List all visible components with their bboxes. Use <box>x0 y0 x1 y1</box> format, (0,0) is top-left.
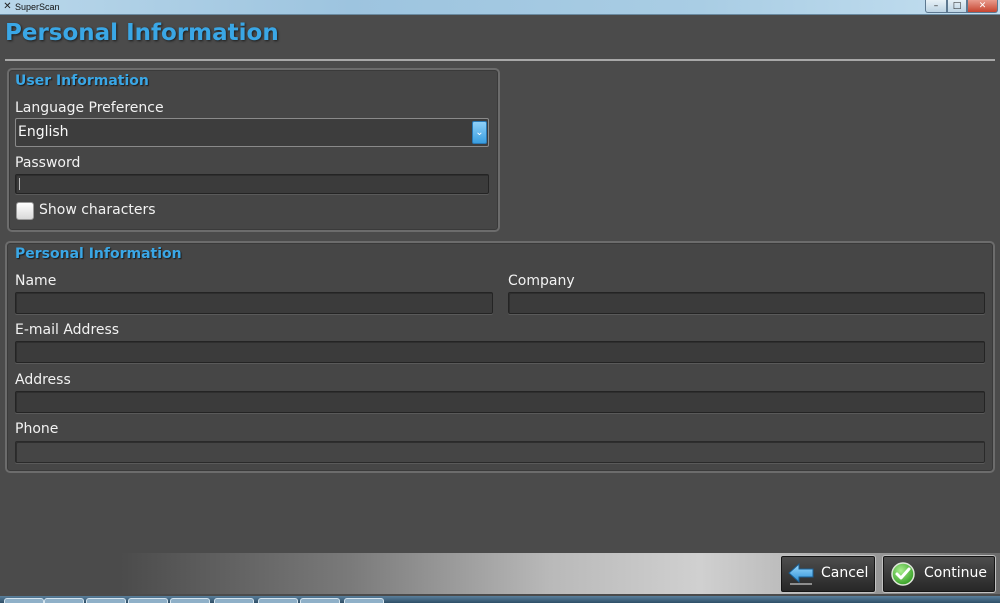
taskbar-item[interactable] <box>258 598 298 603</box>
address-label: Address <box>15 372 71 388</box>
text-caret <box>19 178 20 190</box>
cancel-label: Cancel <box>821 565 869 581</box>
maximize-button[interactable]: □ <box>947 0 967 13</box>
personal-information-title: Personal Information <box>15 246 182 262</box>
taskbar-item[interactable] <box>214 598 254 603</box>
user-information-title: User Information <box>15 73 149 89</box>
name-input[interactable] <box>16 294 492 315</box>
maximize-icon: □ <box>952 1 962 11</box>
address-field[interactable] <box>15 391 985 414</box>
email-input[interactable] <box>16 343 984 364</box>
taskbar-item[interactable] <box>44 598 84 603</box>
taskbar-item[interactable] <box>4 598 44 603</box>
page-title: Personal Information <box>5 20 279 46</box>
back-arrow-icon <box>788 562 814 585</box>
taskbar-item[interactable] <box>170 598 210 603</box>
cancel-button[interactable]: Cancel <box>780 555 876 593</box>
taskbar-item[interactable] <box>344 598 384 603</box>
address-input[interactable] <box>16 393 984 414</box>
phone-input[interactable] <box>16 443 984 464</box>
email-field[interactable] <box>15 341 985 364</box>
chevron-down-icon[interactable]: ⌄ <box>472 121 487 144</box>
language-preference-label: Language Preference <box>15 100 164 116</box>
app-logo-icon: ✕ <box>3 1 12 12</box>
window-title-bar: ✕ SuperScan – □ ✕ <box>0 0 1000 15</box>
window-title: SuperScan <box>15 2 60 12</box>
name-field[interactable] <box>15 292 493 315</box>
continue-button[interactable]: Continue <box>882 555 996 593</box>
show-characters-label: Show characters <box>39 202 156 218</box>
password-label: Password <box>15 155 81 171</box>
close-icon: ✕ <box>978 1 987 11</box>
show-characters-checkbox[interactable] <box>16 202 34 220</box>
password-field[interactable] <box>15 174 489 194</box>
phone-label: Phone <box>15 421 59 437</box>
company-label: Company <box>508 273 575 289</box>
close-button[interactable]: ✕ <box>967 0 998 13</box>
email-label: E-mail Address <box>15 322 120 338</box>
language-preference-value: English <box>18 124 69 140</box>
taskbar-item[interactable] <box>128 598 168 603</box>
minimize-icon: – <box>933 1 939 11</box>
phone-field[interactable] <box>15 441 985 464</box>
check-circle-icon <box>891 562 915 586</box>
continue-label: Continue <box>924 565 987 581</box>
title-divider <box>5 59 995 61</box>
company-input[interactable] <box>509 294 984 315</box>
name-label: Name <box>15 273 57 289</box>
taskbar-item[interactable] <box>300 598 340 603</box>
taskbar-item[interactable] <box>86 598 126 603</box>
minimize-button[interactable]: – <box>925 0 947 13</box>
company-field[interactable] <box>508 292 985 315</box>
language-preference-select[interactable]: English ⌄ <box>15 118 489 147</box>
